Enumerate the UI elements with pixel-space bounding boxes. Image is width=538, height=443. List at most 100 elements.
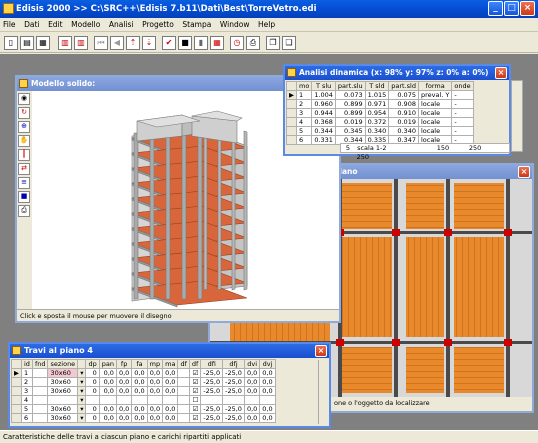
target-icon[interactable]: ⊕ [18,121,30,133]
cell[interactable]: 0.899 [334,108,366,118]
cell[interactable]: 0,0 [162,413,179,423]
cell[interactable]: 0,0 [243,377,261,387]
check-icon[interactable]: ✔ [162,36,176,50]
up-floor-icon[interactable]: ⇡ [126,36,140,50]
table-icon[interactable]: ▥ [74,36,88,50]
cell[interactable]: 0,0 [146,386,164,396]
cell[interactable]: 5 [21,404,33,414]
cell[interactable]: ☐ [188,395,202,405]
print-icon[interactable]: ⎙ [246,36,260,50]
cell[interactable]: 0,0 [162,404,179,414]
cell[interactable]: ☑ [188,413,202,423]
cell[interactable] [177,395,190,405]
window-cascade-icon[interactable]: ❐ [266,36,280,50]
cell[interactable]: 1.004 [311,90,336,100]
cell[interactable]: 0.944 [311,108,336,118]
beams-scrollbar[interactable] [318,360,328,424]
arrows-icon[interactable]: ⇄ [18,163,30,175]
cell[interactable]: locale [417,126,453,136]
cell[interactable]: 0,0 [131,386,148,396]
cell[interactable]: 0.075 [388,90,419,100]
menu-edit[interactable]: Edit [45,18,66,32]
cell[interactable]: 0,0 [243,404,261,414]
cell[interactable] [222,395,245,405]
view-icon[interactable]: ◉ [18,93,30,105]
cell[interactable]: 0.899 [334,99,366,109]
cell[interactable]: - [451,90,474,100]
cell[interactable]: 0,0 [131,377,148,387]
cell[interactable]: preval. Y [417,90,453,100]
cell[interactable]: 0,0 [259,404,276,414]
cell[interactable]: 30x60 [47,377,79,387]
cell[interactable]: ☑ [188,368,202,378]
beams-window-title-bar[interactable]: Travi al piano 4 × [10,344,329,358]
cell[interactable]: 5 [295,126,313,136]
cell[interactable] [177,368,190,378]
cell[interactable]: 0,0 [98,368,117,378]
menu-file[interactable]: File [0,18,19,32]
cell[interactable] [131,395,148,405]
cell[interactable]: -25,0 [200,386,224,396]
color-icon[interactable]: ■ [18,191,30,203]
table-row[interactable]: 3 0.944 0.899 0.954 0.910 locale - [286,108,474,118]
grid-icon[interactable]: ▥ [58,36,72,50]
cell[interactable]: 0.971 [364,99,390,109]
menu-help[interactable]: Help [255,18,278,32]
cell[interactable]: 0.019 [388,117,419,127]
cell[interactable] [31,404,49,414]
cell[interactable]: 0,0 [243,368,261,378]
dropdown-arrow-icon[interactable]: ▾ [77,395,87,405]
cell[interactable]: 0.960 [311,99,336,109]
cell[interactable]: 1 [295,90,313,100]
table-row[interactable]: 2 0.960 0.899 0.971 0.908 locale - [286,99,474,109]
cell[interactable] [177,413,190,423]
cell[interactable]: 0.073 [334,90,366,100]
rotate-icon[interactable]: ↻ [18,107,30,119]
cell[interactable]: 0,0 [162,368,179,378]
down-floor-icon[interactable]: ⇣ [142,36,156,50]
cell[interactable]: - [451,126,474,136]
cell[interactable]: locale [417,99,453,109]
cell[interactable]: 30x60 [47,404,79,414]
cell[interactable]: 0,0 [98,404,117,414]
cell[interactable]: -25,0 [200,413,224,423]
table-row[interactable]: ▶ 1 30x60 ▾ 0 0,0 0,0 0,0 0,0 0,0 ☑ -25,0 -25,0 0,0 0,… [11,368,276,378]
print-model-icon[interactable]: ⎙ [18,205,30,217]
cell[interactable] [31,377,49,387]
cell[interactable]: 0.340 [388,126,419,136]
cell[interactable]: 0.345 [334,126,366,136]
cell[interactable] [31,413,49,423]
cell[interactable]: - [451,99,474,109]
cell[interactable]: 0,0 [131,404,148,414]
cell[interactable]: ☑ [188,386,202,396]
cell[interactable]: 0,0 [243,386,261,396]
cell[interactable]: ☑ [188,377,202,387]
cell[interactable]: -25,0 [222,377,245,387]
cell[interactable]: locale [417,108,453,118]
background-scrollbar[interactable] [511,80,523,152]
cell[interactable]: 0.954 [364,108,390,118]
cell[interactable]: 0,0 [115,413,133,423]
cell[interactable]: 0,0 [259,413,276,423]
cell[interactable]: 30x60 [47,413,79,423]
cell[interactable] [177,377,190,387]
save-file-icon[interactable]: ▦ [36,36,50,50]
cell[interactable]: 0.908 [388,99,419,109]
cell[interactable] [146,395,164,405]
menu-progetto[interactable]: Progetto [139,18,177,32]
table-row[interactable]: 2 30x60 ▾ 0 0,0 0,0 0,0 0,0 0,0 ☑ -25,0 -25,0 0,0 0,0 [11,377,276,387]
cell[interactable]: 0,0 [98,413,117,423]
cell[interactable]: -25,0 [222,386,245,396]
cell[interactable]: 0,0 [146,413,164,423]
row-indicator[interactable] [11,413,22,423]
cell[interactable]: 0,0 [162,386,179,396]
cell[interactable]: 3 [295,108,313,118]
cell[interactable]: 0.019 [334,117,366,127]
cell[interactable]: 2 [295,99,313,109]
plan-close-button[interactable]: × [518,166,530,178]
minimize-button[interactable]: _ [488,1,503,16]
dyn-close-button[interactable]: × [495,67,507,79]
cell[interactable]: 6 [295,135,313,145]
cube-icon[interactable]: ■ [178,36,192,50]
cell[interactable] [177,404,190,414]
